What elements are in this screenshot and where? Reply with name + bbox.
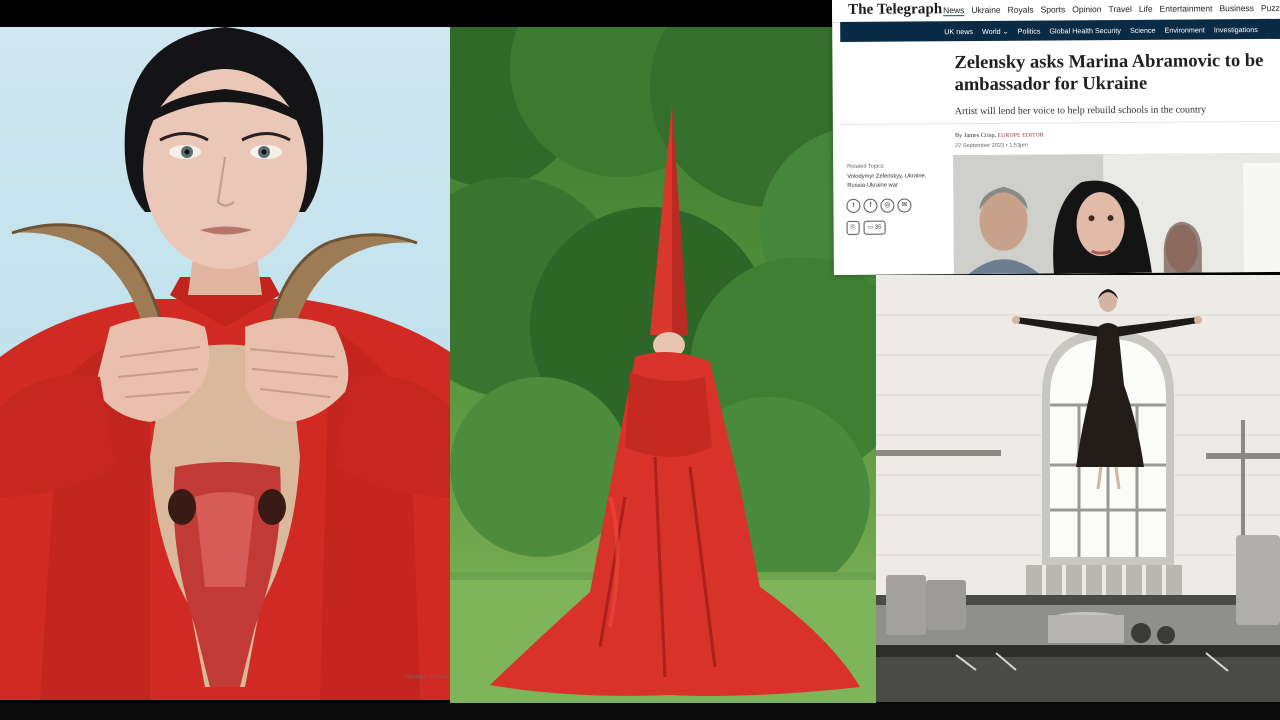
nav-item-ukraine[interactable]: Ukraine	[971, 5, 1000, 16]
photo-credit-caption: Оригинал... Givench	[405, 675, 448, 680]
subnav-item-world[interactable]: World ⌄	[982, 27, 1009, 36]
horned-portrait-panel: Оригинал... Givench	[0, 27, 450, 700]
facebook-share-icon[interactable]: f	[863, 198, 878, 213]
subnav-item-global-health-security[interactable]: Global Health Security	[1049, 26, 1121, 35]
subnav-item-science[interactable]: Science	[1130, 26, 1156, 35]
bottom-border-strip	[0, 703, 1280, 720]
telegraph-sub-nav: UK news World ⌄ Politics Global Health S…	[944, 25, 1258, 36]
article-lead-photo	[953, 152, 1280, 275]
article-byline: By James Crisp, EUROPE EDITOR	[954, 132, 1044, 140]
byline-author[interactable]: James Crisp,	[964, 132, 996, 139]
horned-portrait-image	[0, 27, 450, 700]
subnav-item-environment[interactable]: Environment	[1164, 25, 1204, 34]
subnav-item-investigations[interactable]: Investigations	[1214, 25, 1258, 34]
nav-item-royals[interactable]: Royals	[1008, 5, 1034, 16]
levitation-kitchen-image	[876, 275, 1280, 702]
red-robe-panel	[450, 27, 876, 703]
nav-item-sports[interactable]: Sports	[1041, 4, 1066, 15]
nav-item-life[interactable]: Life	[1139, 4, 1153, 15]
related-topics-links[interactable]: Volodymyr Zelenskyy, Ukraine, Russia-Ukr…	[847, 172, 945, 191]
twitter-share-icon[interactable]: t	[846, 198, 861, 213]
article-standfirst: Artist will lend her voice to help rebui…	[954, 104, 1207, 118]
lead-photo-image	[953, 152, 1280, 275]
bookmark-icon[interactable]: ⎘	[846, 220, 860, 235]
share-icons: t f ◎ ✉	[846, 198, 912, 213]
comments-button[interactable]: ▭ 35	[863, 220, 886, 235]
article-headline: Zelensky asks Marina Abramovic to be amb…	[954, 50, 1264, 96]
nav-item-business[interactable]: Business	[1219, 3, 1254, 14]
telegraph-main-nav: News Ukraine Royals Sports Opinion Trave…	[943, 3, 1280, 17]
article-date: 22 September 2023 • 1:53pm	[955, 142, 1028, 150]
nav-item-opinion[interactable]: Opinion	[1072, 4, 1101, 15]
telegraph-masthead[interactable]: The Telegraph	[848, 1, 942, 19]
comment-bubble-icon: ▭	[867, 224, 874, 231]
comment-count: 35	[874, 224, 882, 231]
telegraph-sub-nav-bar: UK news World ⌄ Politics Global Health S…	[840, 18, 1280, 42]
red-robe-image	[450, 27, 876, 703]
article-actions: ⎘ ▭ 35	[846, 220, 886, 235]
subnav-item-politics[interactable]: Politics	[1018, 27, 1041, 36]
nav-item-travel[interactable]: Travel	[1108, 4, 1131, 15]
nav-item-puzzles[interactable]: Puzzles	[1261, 3, 1280, 14]
levitation-kitchen-panel	[876, 275, 1280, 702]
telegraph-article-clipping: The Telegraph News Ukraine Royals Sports…	[832, 0, 1280, 275]
byline-prefix: By	[954, 132, 963, 140]
whatsapp-share-icon[interactable]: ◎	[880, 198, 895, 213]
related-topics-label: Related Topics	[847, 163, 884, 170]
byline-role: EUROPE EDITOR	[997, 132, 1044, 139]
email-share-icon[interactable]: ✉	[897, 198, 912, 213]
subnav-item-uk-news[interactable]: UK news	[944, 27, 973, 36]
nav-item-news[interactable]: News	[943, 5, 965, 17]
nav-item-entertainment[interactable]: Entertainment	[1160, 3, 1213, 14]
article-divider	[840, 120, 1280, 125]
